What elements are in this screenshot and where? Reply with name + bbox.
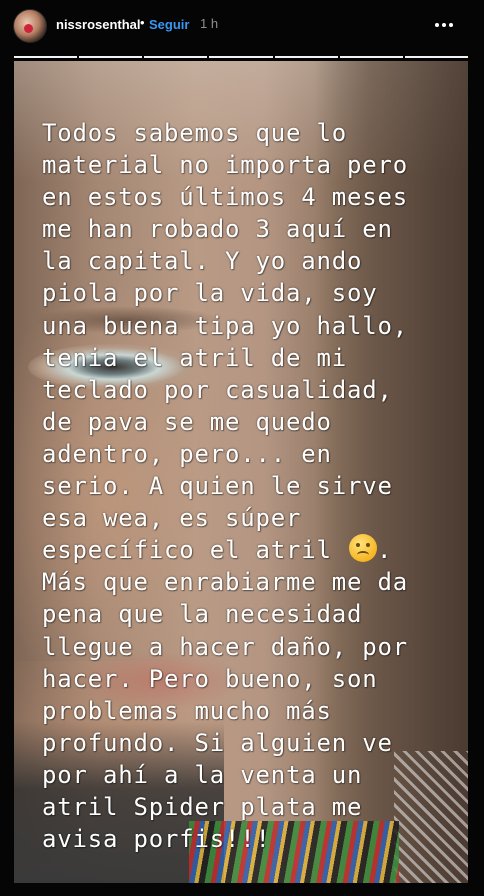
story-line: una buena tipa yo hallo, [42, 311, 408, 340]
username[interactable]: nissrosenthal [56, 17, 141, 32]
worried-face-emoji-icon [349, 534, 377, 563]
story-line: Todos sabemos que lo [42, 119, 347, 147]
story-line: teclado por casualidad, [42, 375, 393, 404]
story-line: esa wea, es súper [42, 504, 302, 533]
story-line: pena que la necesidad [42, 600, 363, 629]
story-line: específico el atril [42, 536, 332, 565]
story-line: me han robado 3 aquí en [42, 215, 393, 244]
story-line: piola por la vida, soy [42, 279, 378, 308]
story-line: material no importa pero [42, 151, 408, 180]
story-line: Más que enrabiarme me da [42, 568, 408, 597]
story-line-with-emoji: específico el atril . [42, 534, 454, 566]
story-text: Todos sabemos que lo material no importa … [42, 117, 454, 855]
story-line-suffix: . [377, 536, 393, 565]
story-line: en estos últimos 4 meses [42, 183, 408, 212]
post-time: 1 h [200, 16, 219, 31]
story-line: de pava se me quedo [42, 407, 332, 436]
progress-segment [404, 56, 468, 58]
story-line: la capital. Y yo ando [42, 247, 363, 276]
more-options-icon[interactable] [430, 13, 458, 37]
progress-segment [209, 56, 273, 58]
story-line: por ahí a la venta un [42, 760, 363, 789]
story-line: adentro, pero... en [42, 439, 332, 468]
story-header: nissrosenthal • Seguir 1 h [0, 0, 484, 52]
progress-segment [144, 56, 208, 58]
follow-button[interactable]: Seguir [149, 17, 189, 32]
progress-segment [79, 56, 143, 58]
progress-segment [274, 56, 338, 58]
progress-segment [339, 56, 403, 58]
story-line: problemas mucho más [42, 696, 332, 725]
story-line: hacer. Pero bueno, son [42, 664, 378, 693]
profile-avatar[interactable] [13, 9, 47, 43]
story-line: profundo. Si alguien ve [42, 728, 393, 757]
progress-segment [14, 56, 78, 58]
story-line: serio. A quien le sirve [42, 472, 393, 501]
story-progress-bar [14, 56, 468, 58]
story-image[interactable]: Todos sabemos que lo material no importa … [14, 61, 468, 883]
story-line: llegue a hacer daño, por [42, 632, 408, 661]
story-line: atril Spider plata me [42, 792, 363, 821]
story-line: tenia el atril de mi [42, 343, 347, 372]
separator-dot: • [140, 15, 145, 30]
story-line: avisa porfis!!! [42, 825, 271, 854]
